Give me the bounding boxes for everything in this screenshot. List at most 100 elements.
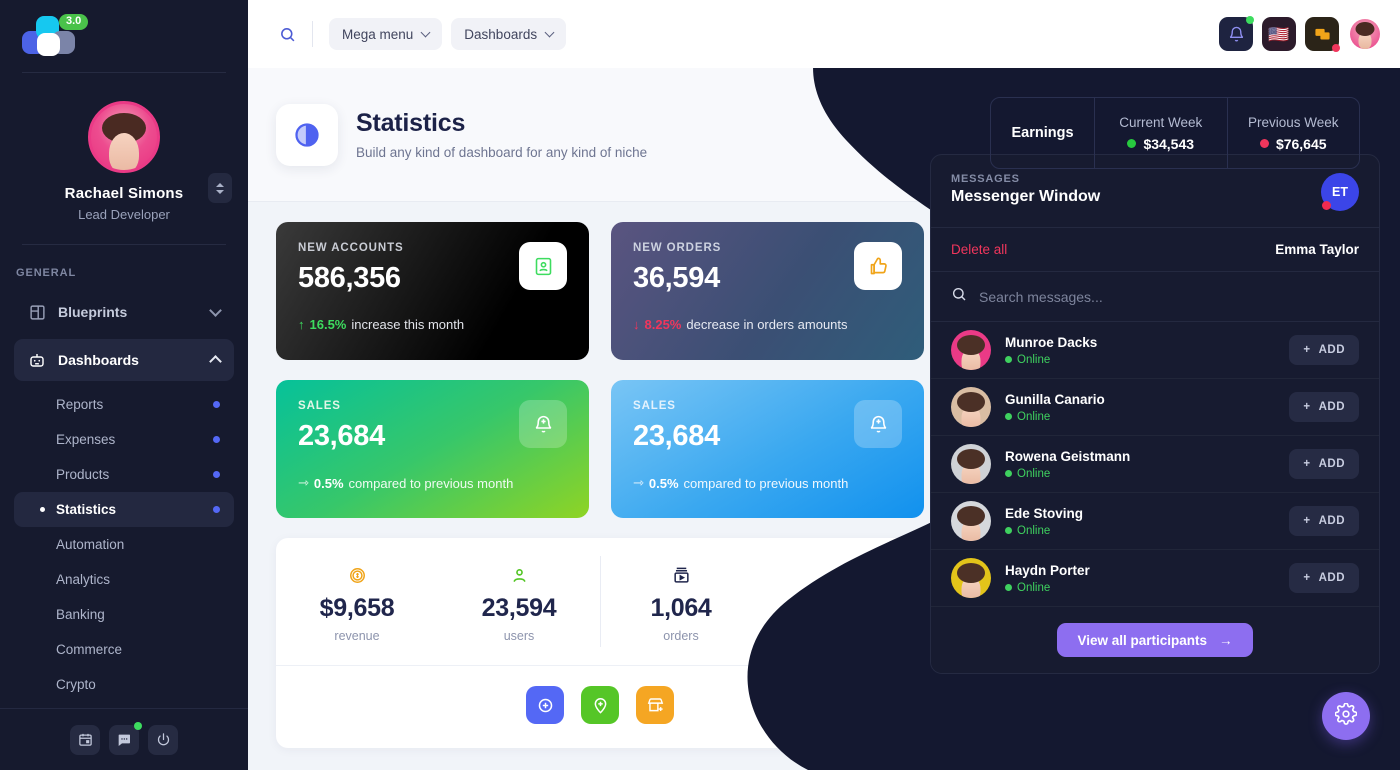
contact-name: Ede Stoving — [1005, 505, 1084, 521]
stat-card-new-accounts[interactable]: NEW ACCOUNTS 586,356 ↑ 16.5% increase th… — [276, 222, 589, 360]
counter-icon — [770, 564, 916, 586]
status-dot-green — [1005, 413, 1012, 420]
stat-card-footer: ⇾ 0.5% compared to previous month — [633, 475, 902, 491]
sidebar-subitem-label: Banking — [56, 607, 105, 622]
dollar-coin-icon — [284, 564, 430, 586]
sidebar-subitem-label: Statistics — [56, 502, 117, 517]
chevron-up-icon — [216, 182, 224, 187]
add-contact-button[interactable]: + ADD — [1289, 392, 1359, 422]
user-icon — [446, 564, 592, 586]
sidebar-subitem-automation[interactable]: Automation — [14, 527, 234, 562]
earnings-col-value: $34,543 — [1143, 135, 1195, 152]
view-all-participants-button[interactable]: View all participants → — [1057, 623, 1253, 657]
gear-icon — [1334, 701, 1358, 730]
messages-button[interactable] — [1305, 17, 1340, 52]
contact-status: Online — [1005, 354, 1097, 366]
dashboards-menu-button[interactable]: Dashboards — [451, 18, 567, 50]
metric-users: 23,594 users — [438, 538, 600, 665]
stat-card-sales-green[interactable]: SALES 23,684 ⇾ 0.5% compared to previous… — [276, 380, 589, 518]
active-bullet-icon — [40, 507, 45, 512]
sidebar-subitem-reports[interactable]: Reports — [14, 387, 234, 422]
page-subtitle: Build any kind of dashboard for any kind… — [356, 145, 648, 160]
sidebar-footer — [0, 708, 248, 770]
add-contact-button[interactable]: + ADD — [1289, 449, 1359, 479]
stat-card-delta: 8.25% — [644, 317, 682, 332]
sidebar-subitem-banking[interactable]: Banking — [14, 597, 234, 632]
messenger-toolbar: Delete all Emma Taylor — [931, 227, 1379, 272]
plus-circle-icon[interactable] — [526, 686, 564, 724]
avatar — [951, 444, 991, 484]
search-icon[interactable] — [270, 17, 304, 51]
calendar-button[interactable] — [70, 724, 100, 755]
metric-actions — [276, 666, 924, 748]
list-item[interactable]: Ede Stoving Online + ADD — [931, 493, 1379, 550]
mega-menu-button[interactable]: Mega menu — [329, 18, 443, 50]
metrics-row: $9,658 revenue 23,594 users 1,064 orders… — [276, 538, 924, 666]
contact-name: Gunilla Canario — [1005, 391, 1105, 407]
contact-name: Haydn Porter — [1005, 562, 1090, 578]
status-dot — [213, 471, 220, 478]
list-item[interactable]: Gunilla Canario Online + ADD — [931, 379, 1379, 436]
plus-icon: + — [1303, 401, 1311, 413]
notifications-badge — [1246, 16, 1254, 24]
arrow-flat-icon: ⇾ — [298, 475, 309, 490]
stat-card-delta: 16.5% — [309, 317, 347, 332]
map-pin-plus-icon[interactable] — [581, 686, 619, 724]
contact-status: Online — [1005, 582, 1090, 594]
plus-icon: + — [1303, 515, 1311, 527]
power-button[interactable] — [148, 724, 178, 755]
earnings-col-title: Previous Week — [1247, 114, 1339, 130]
sidebar-section-label: GENERAL — [16, 267, 77, 279]
sidebar-subitem-finance[interactable]: Finance — [14, 702, 234, 708]
language-button[interactable]: 🇺🇸 — [1262, 17, 1296, 51]
stat-card-sales-blue[interactable]: SALES 23,684 ⇾ 0.5% compared to previous… — [611, 380, 924, 518]
profile-switch-button[interactable] — [208, 173, 232, 203]
metric-value: 23,594 — [481, 594, 557, 622]
sidebar-subitem-statistics[interactable]: Statistics — [14, 492, 234, 527]
add-contact-button[interactable]: + ADD — [1289, 335, 1359, 365]
mega-menu-label: Mega menu — [342, 26, 414, 42]
earnings-current-week: Current Week $34,543 — [1095, 98, 1228, 168]
messenger-avatar-initials[interactable]: ET — [1321, 173, 1359, 211]
stat-card-foot-text: increase this month — [351, 317, 465, 332]
sidebar-subitem-label: Reports — [56, 397, 104, 412]
delete-all-button[interactable]: Delete all — [951, 242, 1007, 257]
sidebar-subitem-crypto[interactable]: Crypto — [14, 667, 234, 702]
contact-status: Online — [1005, 525, 1083, 537]
chevron-down-icon — [544, 27, 555, 37]
list-item[interactable]: Haydn Porter Online + ADD — [931, 550, 1379, 607]
plus-icon: + — [1303, 458, 1311, 470]
arrow-right-icon: → — [1219, 632, 1233, 648]
sidebar-subitem-analytics[interactable]: Analytics — [14, 562, 234, 597]
store-plus-icon[interactable] — [636, 686, 674, 724]
messenger-current-user: Emma Taylor — [1275, 242, 1359, 257]
earnings-col-value: $76,645 — [1275, 135, 1327, 152]
stat-card-delta: 0.5% — [648, 475, 679, 491]
stat-card-footer: ⇾ 0.5% compared to previous month — [298, 475, 567, 491]
list-item[interactable]: Munroe Dacks Online + ADD — [931, 322, 1379, 379]
metric-orders: 1,064 orders — [600, 538, 762, 665]
search-input[interactable] — [979, 288, 1359, 305]
list-item[interactable]: Rowena Geistmann Online + ADD — [931, 436, 1379, 493]
add-contact-button[interactable]: + ADD — [1289, 506, 1359, 536]
chat-button[interactable] — [109, 721, 142, 755]
user-avatar[interactable] — [1348, 17, 1382, 51]
sidebar-subitem-products[interactable]: Products — [14, 457, 234, 492]
brand-logo[interactable]: 3.0 — [0, 0, 248, 72]
settings-fab-button[interactable] — [1322, 692, 1370, 740]
status-dot-red — [1259, 139, 1269, 148]
chevron-down-icon — [216, 189, 224, 194]
id-card-icon — [519, 242, 567, 290]
sidebar-subitem-expenses[interactable]: Expenses — [14, 422, 234, 457]
add-contact-button[interactable]: + ADD — [1289, 563, 1359, 593]
sidebar-item-dashboards[interactable]: Dashboards — [14, 339, 234, 381]
notifications-button[interactable] — [1219, 16, 1254, 51]
topbar: Mega menu Dashboards 🇺🇸 — [248, 0, 1400, 68]
chevron-down-icon — [209, 303, 222, 317]
stat-card-new-orders[interactable]: NEW ORDERS 36,594 ↓ 8.25% decrease in or… — [611, 222, 924, 360]
arrow-up-icon: ↑ — [298, 317, 305, 332]
sidebar-subitem-commerce[interactable]: Commerce — [14, 632, 234, 667]
arrow-down-icon: ↓ — [633, 317, 640, 332]
metric-value: $9,658 — [319, 594, 395, 622]
sidebar-item-blueprints[interactable]: Blueprints — [14, 291, 234, 333]
